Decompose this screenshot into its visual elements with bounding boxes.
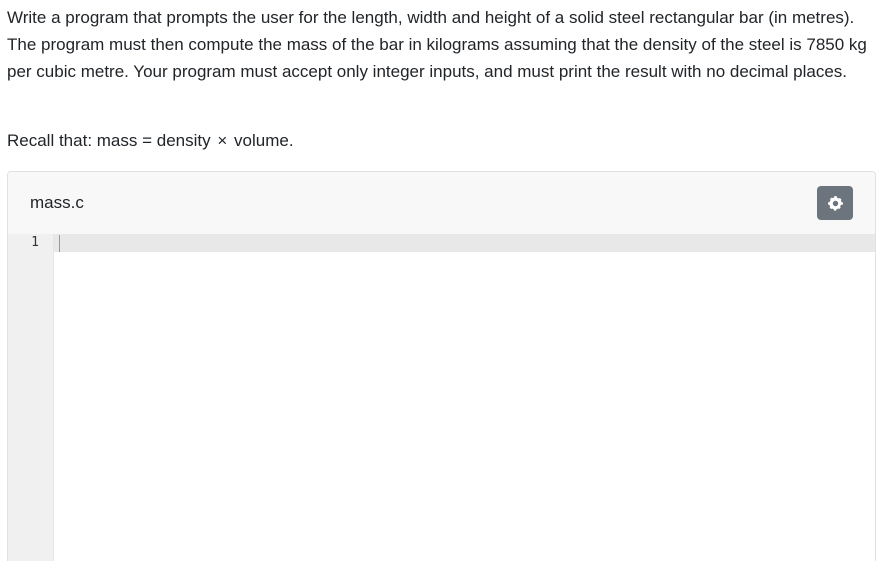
recall-suffix: volume. — [234, 131, 294, 150]
question-page: Write a program that prompts the user fo… — [0, 0, 882, 561]
gear-icon — [827, 195, 843, 211]
recall-prefix: Recall that: mass = density — [7, 131, 211, 150]
editor-header: mass.c — [8, 172, 875, 235]
settings-button[interactable] — [817, 186, 853, 220]
code-area[interactable]: 1 — [8, 234, 875, 561]
line-number-1: 1 — [31, 235, 39, 250]
question-prompt: Write a program that prompts the user fo… — [7, 8, 867, 81]
file-name: mass.c — [30, 193, 84, 212]
code-input[interactable] — [64, 234, 867, 252]
text-cursor — [59, 235, 60, 252]
line-number-gutter — [8, 234, 54, 561]
multiplication-symbol: × — [217, 131, 228, 150]
recall-formula: Recall that: mass = density × volume. — [7, 127, 294, 154]
code-editor: mass.c 1 — [7, 171, 876, 561]
